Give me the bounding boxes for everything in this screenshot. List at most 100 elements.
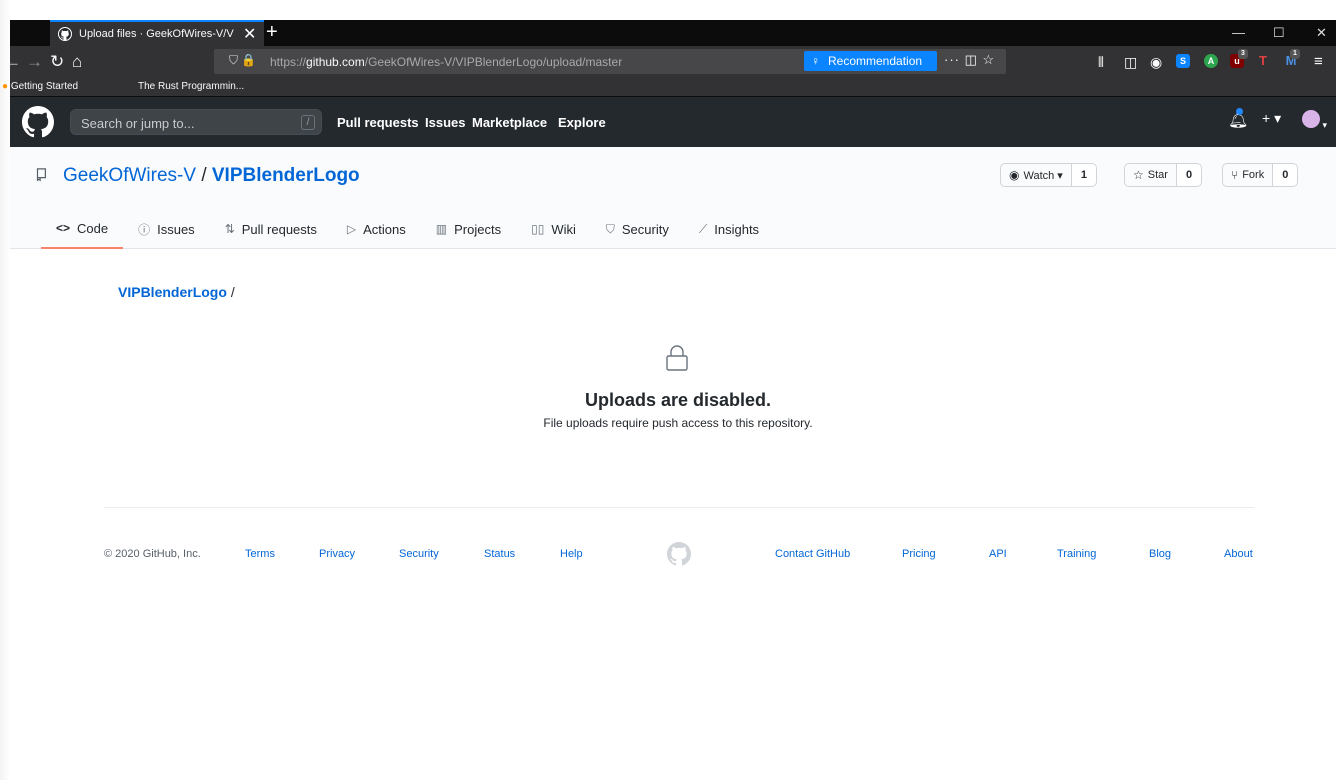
- tab-pull-requests[interactable]: ⇅ Pull requests: [210, 209, 332, 249]
- repo-icon: [36, 168, 46, 182]
- star-count[interactable]: 0: [1176, 163, 1203, 187]
- footer-contact-link[interactable]: Contact GitHub: [775, 548, 850, 560]
- fork-button[interactable]: ⑂ Fork: [1222, 163, 1274, 187]
- footer-api-link[interactable]: API: [989, 548, 1007, 560]
- tab-insights[interactable]: ⟋ Insights: [684, 209, 774, 249]
- nav-issues[interactable]: Issues: [425, 115, 465, 130]
- forward-arrow-icon[interactable]: →: [26, 51, 43, 73]
- page-actions[interactable]: ··· ◫ ☆: [944, 52, 995, 68]
- play-icon: ▷: [346, 222, 357, 236]
- book-icon: ▯▯: [531, 222, 545, 236]
- breadcrumb-repo-link[interactable]: VIPBlenderLogo: [118, 284, 227, 300]
- issue-icon: ⓘ: [138, 222, 151, 237]
- footer-terms-link[interactable]: Terms: [245, 548, 275, 560]
- repo-name-link[interactable]: VIPBlenderLogo: [212, 165, 360, 186]
- footer-copyright: © 2020 GitHub, Inc.: [104, 548, 201, 560]
- shield-icon: ⛉: [605, 221, 615, 236]
- nav-marketplace[interactable]: Marketplace: [472, 115, 547, 130]
- footer-privacy-link[interactable]: Privacy: [319, 548, 355, 560]
- repo-tabs: <> Code ⓘ Issues ⇅ Pull requests ▷ Actions ▥…: [41, 209, 774, 249]
- tab-code[interactable]: <> Code: [41, 209, 124, 249]
- watch-group: ◉ Watch ▾ 1: [1000, 163, 1097, 187]
- tab-issues[interactable]: ⓘ Issues: [123, 209, 210, 249]
- graph-icon: ⟋: [698, 221, 708, 236]
- tab-actions[interactable]: ▷ Actions: [332, 209, 421, 249]
- repo-title: GeekOfWires-V / VIPBlenderLogo: [63, 165, 360, 187]
- mail-badge: 1: [1290, 49, 1300, 59]
- menu-icon[interactable]: ≡: [1314, 51, 1323, 73]
- browser-window: Upload files · GeekOfWires-V/V ✕ + — ☐ ✕…: [0, 0, 1336, 780]
- tab-security[interactable]: ⛉ Security: [591, 209, 684, 249]
- lightbulb-icon: ♀: [811, 54, 820, 68]
- new-tab-button[interactable]: +: [266, 21, 278, 43]
- maximize-button[interactable]: ☐: [1273, 20, 1285, 46]
- reload-icon[interactable]: ↻: [50, 51, 64, 73]
- footer-security-link[interactable]: Security: [399, 548, 439, 560]
- watch-count[interactable]: 1: [1071, 163, 1097, 187]
- create-new-dropdown[interactable]: + ▾: [1262, 110, 1281, 127]
- bookmarks-bar: ● Getting Started The Rust Programmin...: [2, 78, 1336, 97]
- search-input[interactable]: Search or jump to... /: [70, 109, 322, 135]
- notification-dot: [1236, 108, 1243, 115]
- minimize-button[interactable]: —: [1232, 20, 1245, 46]
- extension-a-icon[interactable]: A: [1204, 54, 1218, 68]
- lock-icon: [666, 345, 688, 371]
- shield-lock-icon: ⛉ 🔒: [229, 53, 257, 67]
- repo-owner-link[interactable]: GeekOfWires-V: [63, 165, 196, 186]
- tab-close-icon[interactable]: ✕: [243, 24, 256, 44]
- tab-projects[interactable]: ▥ Projects: [421, 209, 516, 249]
- footer-help-link[interactable]: Help: [560, 548, 583, 560]
- fork-group: ⑂ Fork 0: [1222, 163, 1299, 187]
- repo-header: GeekOfWires-V / VIPBlenderLogo ◉ Watch ▾ …: [10, 147, 1336, 249]
- tab-strip: Upload files · GeekOfWires-V/V ✕ + — ☐ ✕: [10, 20, 1336, 46]
- blankslate-title: Uploads are disabled.: [584, 390, 772, 410]
- search-shortcut-key: /: [301, 115, 315, 130]
- footer-blog-link[interactable]: Blog: [1149, 548, 1171, 560]
- browser-tab[interactable]: Upload files · GeekOfWires-V/V ✕: [50, 20, 264, 46]
- pull-request-icon: ⇅: [224, 222, 235, 236]
- nav-pull-requests[interactable]: Pull requests: [337, 115, 419, 130]
- fork-count[interactable]: 0: [1273, 163, 1299, 187]
- footer-pricing-link[interactable]: Pricing: [902, 548, 936, 560]
- back-arrow-icon[interactable]: ←: [4, 51, 21, 73]
- avatar[interactable]: ▾: [1302, 110, 1327, 133]
- nav-explore[interactable]: Explore: [558, 115, 606, 130]
- fork-icon: ⑂: [1231, 168, 1239, 182]
- firefox-icon: ●: [2, 81, 9, 92]
- repo-separator: /: [201, 165, 207, 186]
- address-bar[interactable]: ⛉ 🔒 https://github.com/GeekOfWires-V/VIP…: [214, 49, 1006, 74]
- star-icon: ☆: [1133, 168, 1144, 182]
- extension-s-icon[interactable]: S: [1176, 54, 1190, 68]
- blankslate-subtitle: File uploads require push access to this…: [543, 416, 813, 430]
- account-icon[interactable]: ◉: [1150, 51, 1162, 73]
- footer-status-link[interactable]: Status: [484, 548, 515, 560]
- github-footer-logo-icon[interactable]: [667, 542, 691, 566]
- watch-button[interactable]: ◉ Watch ▾: [1000, 163, 1072, 187]
- star-group: ☆ Star 0: [1124, 163, 1203, 187]
- github-favicon-icon: [58, 27, 72, 41]
- bookmark-rust[interactable]: The Rust Programmin...: [138, 81, 244, 92]
- footer-training-link[interactable]: Training: [1057, 548, 1096, 560]
- extension-t-icon[interactable]: T: [1256, 54, 1270, 68]
- breadcrumb: VIPBlenderLogo /: [118, 284, 235, 300]
- notification-bell-icon[interactable]: 🔔︎: [1228, 108, 1248, 130]
- library-icon[interactable]: ⫴: [1098, 51, 1104, 73]
- recommendation-button[interactable]: ♀ Recommendation: [804, 51, 937, 71]
- url-text[interactable]: https://github.com/GeekOfWires-V/VIPBlen…: [270, 55, 622, 69]
- github-logo-icon[interactable]: [22, 106, 54, 138]
- tab-wiki[interactable]: ▯▯ Wiki: [516, 209, 591, 249]
- star-button[interactable]: ☆ Star: [1124, 163, 1177, 187]
- tab-title: Upload files · GeekOfWires-V/V: [79, 28, 234, 40]
- browser-toolbar: ← → ↻ ⌂ ⛉ 🔒 https://github.com/GeekOfWir…: [4, 46, 1336, 78]
- project-icon: ▥: [435, 222, 448, 236]
- sidebar-icon[interactable]: ◫: [1124, 51, 1137, 73]
- footer-about-link[interactable]: About: [1224, 548, 1253, 560]
- breadcrumb-separator: /: [230, 284, 235, 300]
- bookmark-getting-started[interactable]: ● Getting Started: [2, 81, 78, 92]
- home-icon[interactable]: ⌂: [72, 51, 82, 73]
- footer-divider: [104, 507, 1254, 508]
- close-window-button[interactable]: ✕: [1316, 20, 1327, 46]
- github-header: Search or jump to... / Pull requests Iss…: [10, 97, 1336, 147]
- code-icon: <>: [56, 221, 71, 235]
- eye-icon: ◉: [1009, 168, 1020, 182]
